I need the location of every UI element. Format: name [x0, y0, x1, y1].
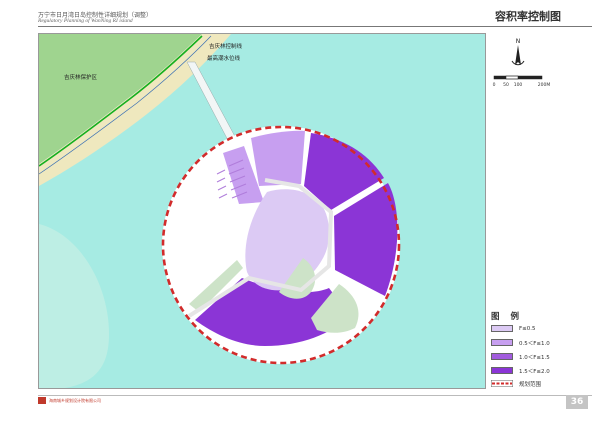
footer-divider: [38, 395, 592, 396]
logo-text: 海南城乡规划设计院有限公司: [49, 397, 101, 403]
page-number: 36: [566, 395, 588, 409]
legend-item-far-10: 0.5＜F≤1.0: [491, 338, 550, 347]
legend-swatch-far-20: [491, 367, 513, 374]
legend-swatch-boundary: [491, 380, 513, 387]
legend-item-far-05: F≤0.5: [491, 324, 536, 333]
legend-title: 图 例: [491, 312, 523, 322]
legend-item-far-15: 1.0＜F≤1.5: [491, 352, 550, 361]
page-title: 容积率控制图: [495, 10, 561, 23]
legend-label-far-05: F≤0.5: [519, 325, 536, 332]
report-title-en: Regulatory Planning of WanNing RI island: [38, 18, 133, 24]
side-panel: N 0 50 100 200M: [486, 33, 592, 389]
title-divider: [38, 26, 592, 27]
scale-tick-1: 50: [503, 82, 509, 88]
forest-control-line-label: 吉庆林控制线: [209, 42, 243, 50]
far-zone-north[interactable]: [251, 130, 305, 186]
legend-item-planning-boundary: 规划范围: [491, 379, 541, 388]
legend-label-boundary: 规划范围: [519, 381, 542, 388]
north-arrow-icon: N: [511, 38, 525, 66]
scale-tick-3: 200M: [538, 82, 551, 88]
legend-label-far-15: 1.0＜F≤1.5: [519, 354, 550, 361]
legend-item-far-20: 1.5＜F≤2.0: [491, 366, 550, 375]
scale-tick-0: 0: [493, 82, 496, 88]
legend-swatch-far-05: [491, 325, 513, 332]
legend-label-far-20: 1.5＜F≤2.0: [519, 368, 550, 375]
legend-label-far-10: 0.5＜F≤1.0: [519, 340, 550, 347]
north-label: N: [516, 38, 521, 45]
company-logo: 海南城乡规划设计院有限公司: [38, 397, 101, 404]
map-frame[interactable]: 吉庆林保护区 吉庆林控制线 最高潮水位线: [38, 33, 486, 389]
high-tide-line-label: 最高潮水位线: [207, 54, 241, 62]
island: [161, 125, 401, 365]
scale-bar: 0 50 100 200M: [493, 75, 551, 88]
compass-and-scale: N 0 50 100 200M: [493, 38, 551, 88]
logo-mark-icon: [38, 397, 46, 404]
reserve-label: 吉庆林保护区: [64, 73, 98, 81]
map-canvas: 吉庆林保护区 吉庆林控制线 最高潮水位线: [39, 34, 485, 388]
legend-swatch-far-10: [491, 339, 513, 346]
scale-tick-2: 100: [514, 82, 523, 88]
legend-swatch-far-15: [491, 353, 513, 360]
